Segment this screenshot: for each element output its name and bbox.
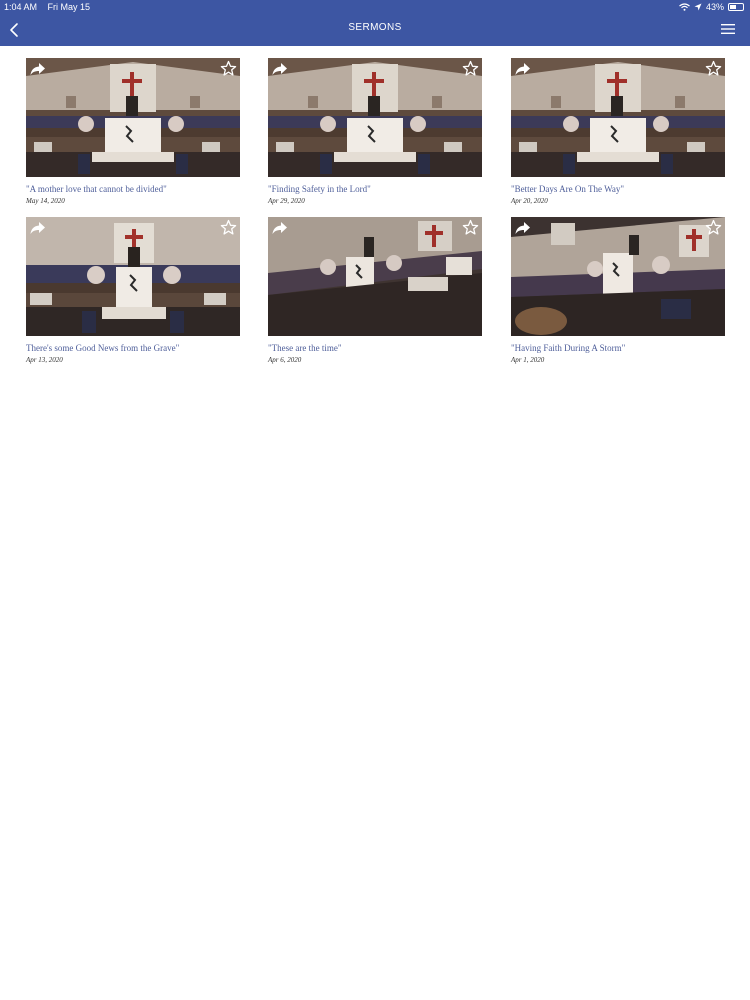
sermon-date: Apr 29, 2020 bbox=[268, 197, 305, 205]
church-sanctuary-image bbox=[511, 58, 725, 177]
sermon-date: Apr 1, 2020 bbox=[511, 356, 545, 364]
sermon-thumbnail[interactable] bbox=[511, 217, 725, 336]
sermon-thumbnail[interactable] bbox=[511, 58, 725, 177]
sermon-card[interactable]: "A mother love that cannot be divided" M… bbox=[26, 58, 240, 205]
location-arrow-icon bbox=[694, 3, 702, 11]
share-arrow-icon[interactable] bbox=[514, 220, 532, 236]
sermon-card[interactable]: "These are the time" Apr 6, 2020 bbox=[268, 217, 482, 364]
star-outline-icon[interactable] bbox=[220, 219, 237, 236]
sermon-title[interactable]: "Finding Safety in the Lord" bbox=[268, 184, 482, 194]
share-arrow-icon[interactable] bbox=[271, 220, 289, 236]
sermon-date: Apr 6, 2020 bbox=[268, 356, 302, 364]
hamburger-menu-icon[interactable] bbox=[720, 22, 736, 36]
sermon-thumbnail[interactable] bbox=[268, 58, 482, 177]
sermon-card[interactable]: "Having Faith During A Storm" Apr 1, 202… bbox=[511, 217, 725, 364]
church-sanctuary-image bbox=[268, 58, 482, 177]
star-outline-icon[interactable] bbox=[705, 219, 722, 236]
sermon-date: Apr 20, 2020 bbox=[511, 197, 548, 205]
status-right: 43% bbox=[679, 2, 744, 12]
page-title: SERMONS bbox=[348, 22, 402, 33]
share-arrow-icon[interactable] bbox=[29, 220, 47, 236]
sermon-card[interactable]: "Better Days Are On The Way" Apr 20, 202… bbox=[511, 58, 725, 205]
status-time: 1:04 AM bbox=[4, 2, 38, 12]
status-bar: 1:04 AM Fri May 15 43% bbox=[0, 0, 750, 16]
sermon-thumbnail[interactable] bbox=[26, 217, 240, 336]
sermon-thumbnail[interactable] bbox=[26, 58, 240, 177]
star-outline-icon[interactable] bbox=[220, 60, 237, 77]
battery-icon bbox=[728, 3, 744, 11]
sermon-thumbnail[interactable] bbox=[268, 217, 482, 336]
sermon-date: Apr 13, 2020 bbox=[26, 356, 63, 364]
sermon-title[interactable]: "Better Days Are On The Way" bbox=[511, 184, 725, 194]
star-outline-icon[interactable] bbox=[462, 60, 479, 77]
sermon-title[interactable]: "These are the time" bbox=[268, 343, 482, 353]
share-arrow-icon[interactable] bbox=[29, 61, 47, 77]
church-sanctuary-image bbox=[511, 217, 725, 336]
sermon-title[interactable]: There's some Good News from the Grave" bbox=[26, 343, 240, 353]
star-outline-icon[interactable] bbox=[705, 60, 722, 77]
wifi-icon bbox=[679, 3, 690, 11]
star-outline-icon[interactable] bbox=[462, 219, 479, 236]
app-header: 1:04 AM Fri May 15 43% SERMONS bbox=[0, 0, 750, 46]
church-sanctuary-image bbox=[26, 58, 240, 177]
share-arrow-icon[interactable] bbox=[271, 61, 289, 77]
sermon-card[interactable]: There's some Good News from the Grave" A… bbox=[26, 217, 240, 364]
battery-percent: 43% bbox=[705, 2, 724, 12]
sermon-date: May 14, 2020 bbox=[26, 197, 65, 205]
church-sanctuary-image bbox=[26, 217, 240, 336]
status-left: 1:04 AM Fri May 15 bbox=[4, 2, 98, 12]
sermon-card[interactable]: "Finding Safety in the Lord" Apr 29, 202… bbox=[268, 58, 482, 205]
church-sanctuary-image bbox=[268, 217, 482, 336]
share-arrow-icon[interactable] bbox=[514, 61, 532, 77]
status-date: Fri May 15 bbox=[47, 2, 91, 12]
nav-bar: SERMONS bbox=[0, 16, 750, 46]
sermon-title[interactable]: "Having Faith During A Storm" bbox=[511, 343, 725, 353]
sermon-title[interactable]: "A mother love that cannot be divided" bbox=[26, 184, 240, 194]
